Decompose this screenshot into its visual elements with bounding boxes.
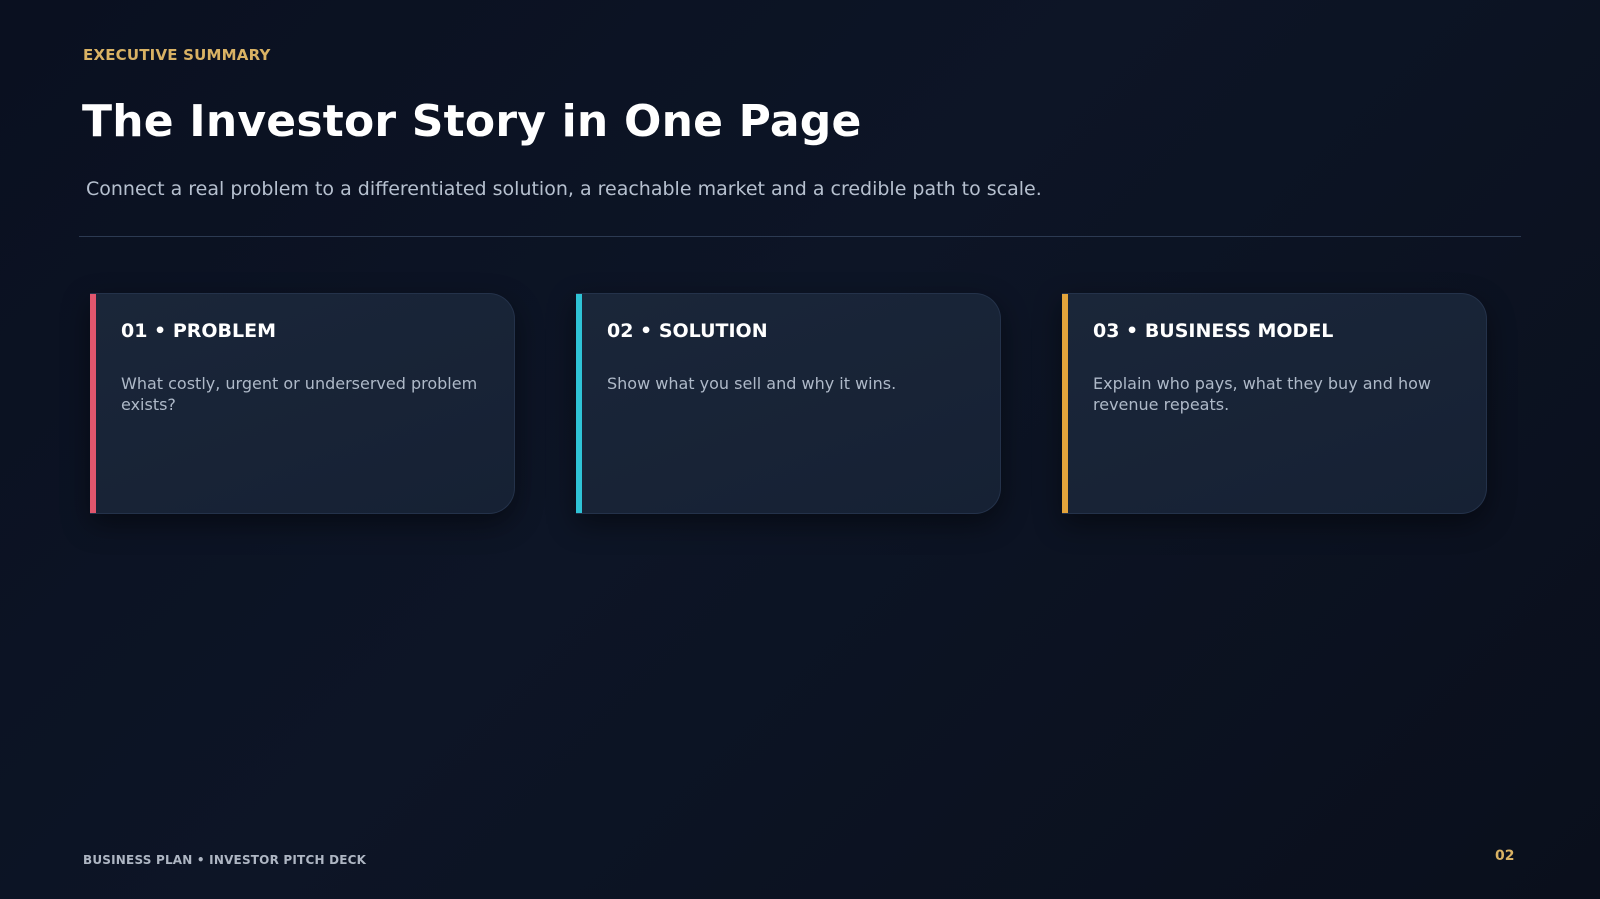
solution-card: 02 • SOLUTION Show what you sell and why… [576, 293, 1001, 514]
page-number: 02 [1495, 848, 1515, 864]
section-eyebrow: EXECUTIVE SUMMARY [83, 46, 271, 64]
solution-card-body: Show what you sell and why it wins. [607, 374, 897, 393]
page-subtitle: Connect a real problem to a differentiat… [86, 178, 1042, 200]
footer-label: BUSINESS PLAN • INVESTOR PITCH DECK [83, 853, 367, 867]
business-model-card-accent-bar [1062, 294, 1068, 513]
problem-card-title: 01 • PROBLEM [121, 320, 276, 342]
business-model-card-title: 03 • BUSINESS MODEL [1093, 320, 1334, 342]
solution-card-title: 02 • SOLUTION [607, 320, 768, 342]
solution-card-accent-bar [576, 294, 582, 513]
problem-card: 01 • PROBLEM What costly, urgent or unde… [90, 293, 515, 514]
business-model-card: 03 • BUSINESS MODEL Explain who pays, wh… [1062, 293, 1487, 514]
problem-card-accent-bar [90, 294, 96, 513]
slide: EXECUTIVE SUMMARY The Investor Story in … [0, 0, 1600, 899]
business-model-card-body: Explain who pays, what they buy and how … [1093, 374, 1431, 414]
header-divider [79, 236, 1521, 237]
problem-card-body: What costly, urgent or underserved probl… [121, 374, 478, 414]
page-title: The Investor Story in One Page [82, 96, 862, 147]
